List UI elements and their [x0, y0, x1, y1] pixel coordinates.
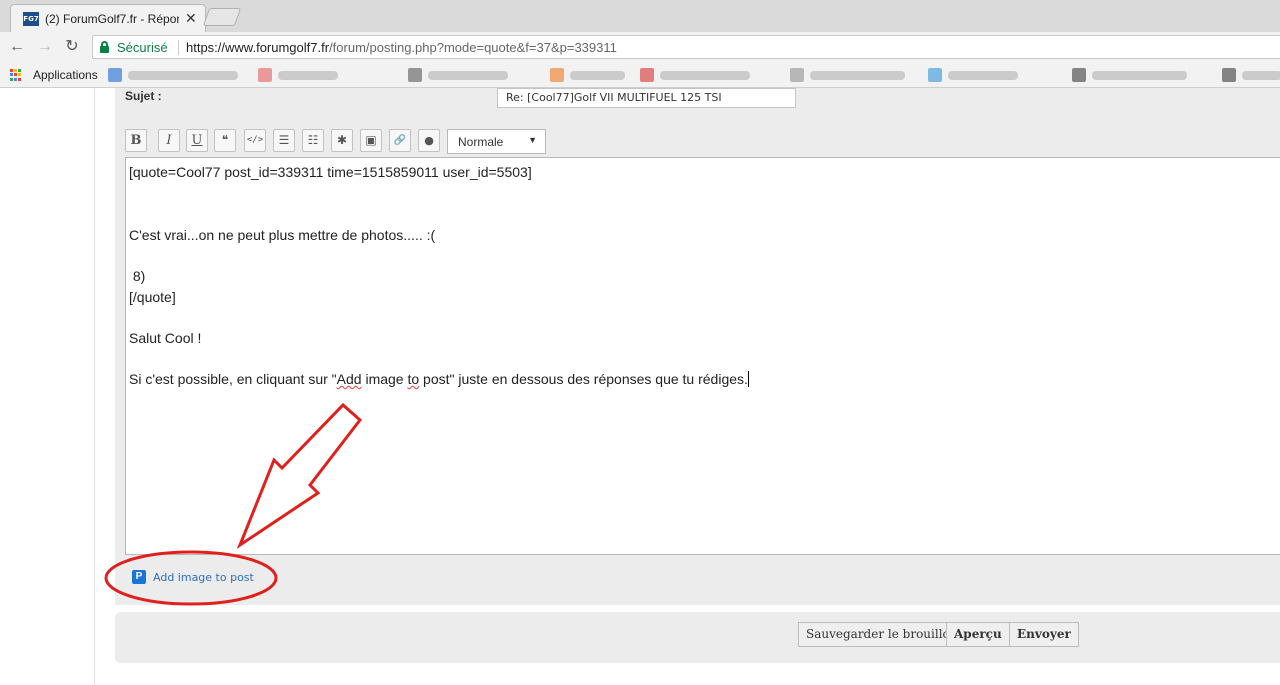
- tab-strip: FG7 (2) ForumGolf7.fr - Répon ✕: [0, 0, 1280, 32]
- back-arrow-icon[interactable]: ←: [7, 37, 27, 57]
- address-bar[interactable]: Sécurisé https://www.forumgolf7.fr/forum…: [92, 35, 1280, 59]
- secure-label: Sécurisé: [117, 40, 168, 55]
- preview-button[interactable]: Aperçu: [946, 622, 1010, 647]
- bookmark-favicon-icon: [550, 68, 564, 82]
- bookmark-item[interactable]: [928, 67, 1018, 83]
- tab-close-icon[interactable]: ✕: [185, 10, 197, 27]
- bookmark-label-blurred: [428, 70, 508, 80]
- bookmark-favicon-icon: [258, 68, 272, 82]
- editor-line: 8): [129, 268, 146, 284]
- font-size-select[interactable]: Normale ▼: [447, 129, 546, 154]
- bookmark-label-blurred: [570, 70, 625, 80]
- submit-button[interactable]: Envoyer: [1009, 622, 1079, 647]
- italic-button[interactable]: I: [158, 129, 180, 152]
- subject-label: Sujet :: [125, 89, 162, 103]
- bookmark-label-blurred: [1092, 70, 1187, 80]
- save-draft-button[interactable]: Sauvegarder le brouillon: [798, 622, 966, 647]
- bookmark-label-blurred: [1242, 70, 1280, 80]
- bookmark-label-blurred: [128, 70, 238, 80]
- bookmark-favicon-icon: [640, 68, 654, 82]
- site-favicon-icon: FG7: [23, 12, 39, 26]
- browser-toolbar: ← → ↻ Sécurisé https://www.forumgolf7.fr…: [0, 32, 1280, 62]
- bookmark-favicon-icon: [108, 68, 122, 82]
- bookmark-label-blurred: [278, 70, 338, 80]
- url-path: /forum/posting.php?mode=quote&f=37&p=339…: [329, 40, 617, 55]
- list-button[interactable]: ☰: [273, 129, 295, 152]
- bookmark-item[interactable]: [790, 67, 905, 83]
- page-content: Sujet : Re: [Cool77]Golf VII MULTIFUEL 1…: [0, 88, 1280, 685]
- bold-button[interactable]: B: [125, 129, 147, 152]
- bookmarks-bar: Applications: [0, 62, 1280, 88]
- submit-bar: Sauvegarder le brouillon Aperçu Envoyer: [115, 612, 1280, 663]
- bookmark-item[interactable]: [108, 67, 238, 83]
- forward-arrow-icon[interactable]: →: [35, 37, 55, 57]
- editor-line: C'est vrai...on ne peut plus mettre de p…: [129, 227, 436, 243]
- url-host: https://www.forumgolf7.fr: [186, 40, 330, 55]
- add-image-label: Add image to post: [153, 570, 254, 584]
- numbered-list-button[interactable]: ☷: [302, 129, 324, 152]
- spellcheck-word: Add: [336, 371, 362, 387]
- spellcheck-word: to: [407, 371, 420, 387]
- tab-title: (2) ForumGolf7.fr - Répon: [45, 12, 179, 26]
- apps-bookmark[interactable]: Applications: [33, 68, 98, 82]
- color-button[interactable]: ●: [418, 129, 440, 152]
- add-image-to-post-link[interactable]: P Add image to post: [132, 570, 254, 584]
- new-tab-button[interactable]: [202, 8, 242, 26]
- apps-grid-icon[interactable]: [10, 69, 22, 81]
- bookmark-item[interactable]: [1072, 67, 1187, 83]
- image-button[interactable]: ▣: [360, 129, 382, 152]
- bookmark-item[interactable]: [550, 67, 625, 83]
- editor-line: Salut Cool !: [129, 330, 202, 346]
- editor-line: [quote=Cool77 post_id=339311 time=151585…: [129, 164, 532, 180]
- bookmark-favicon-icon: [408, 68, 422, 82]
- bookmark-item[interactable]: [1222, 67, 1280, 83]
- font-size-value: Normale: [458, 135, 504, 149]
- bookmark-favicon-icon: [790, 68, 804, 82]
- postimage-icon: P: [132, 570, 146, 584]
- bookmark-favicon-icon: [928, 68, 942, 82]
- bookmark-label-blurred: [660, 70, 750, 80]
- browser-tab[interactable]: FG7 (2) ForumGolf7.fr - Répon ✕: [10, 4, 206, 32]
- bookmark-label-blurred: [948, 70, 1018, 80]
- lock-icon: [100, 41, 109, 53]
- bookmark-item[interactable]: [408, 67, 508, 83]
- special-char-button[interactable]: ✱: [331, 129, 353, 152]
- link-button[interactable]: 🔗: [389, 129, 411, 152]
- code-button[interactable]: </>: [244, 129, 266, 152]
- bookmark-favicon-icon: [1222, 68, 1236, 82]
- bookmark-item[interactable]: [258, 67, 338, 83]
- editor-line: [/quote]: [129, 289, 176, 305]
- underline-button[interactable]: U: [186, 129, 208, 152]
- content-left-border: [94, 88, 95, 685]
- url-text[interactable]: https://www.forumgolf7.fr/forum/posting.…: [186, 40, 617, 55]
- address-separator: [178, 40, 179, 55]
- bookmark-item[interactable]: [640, 67, 750, 83]
- editor-line: Si c'est possible, en cliquant sur "Add …: [129, 371, 749, 387]
- bookmark-favicon-icon: [1072, 68, 1086, 82]
- chevron-down-icon: ▼: [528, 135, 537, 145]
- quote-button[interactable]: ❝: [214, 129, 236, 152]
- bookmark-label-blurred: [810, 70, 905, 80]
- text-caret: [747, 371, 749, 387]
- message-textarea[interactable]: [quote=Cool77 post_id=339311 time=151585…: [125, 157, 1280, 555]
- subject-input[interactable]: Re: [Cool77]Golf VII MULTIFUEL 125 TSI: [497, 88, 796, 108]
- reload-icon[interactable]: ↻: [62, 37, 82, 57]
